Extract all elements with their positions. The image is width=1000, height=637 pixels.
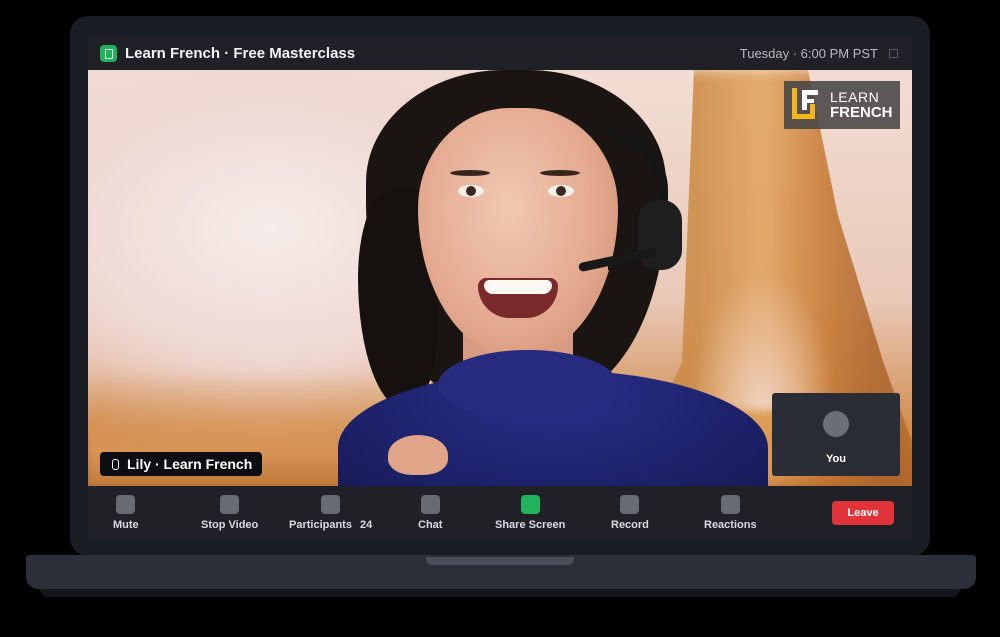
self-avatar-icon [823,411,849,437]
share-screen-label: Share Screen [495,519,566,531]
stop-video-label: Stop Video [201,519,259,531]
main-video-feed[interactable]: LEARN FRENCH Lily · Learn French You [88,70,912,486]
share-screen-button[interactable]: Share Screen [495,495,565,531]
logo-mark-icon [792,88,822,122]
chat-icon [420,495,440,514]
presenter-name-label: Lily · Learn French [100,452,263,476]
mute-button[interactable]: Mute [113,495,139,531]
participants-button[interactable]: Participants 24 [289,495,372,531]
video-camera-icon [220,495,240,514]
presenter-collar [438,350,618,420]
leave-button[interactable]: Leave [832,501,894,525]
presenter-eye-left [458,185,484,197]
meeting-app-icon [100,45,117,62]
share-screen-icon [520,495,540,514]
record-label: Record [611,519,649,531]
title-bar: Learn French · Free Masterclass Tuesday … [88,36,912,70]
meeting-datetime: Tuesday · 6:00 PM PST [739,46,878,61]
logo-line1: LEARN [830,89,880,105]
reactions-icon [720,495,740,514]
presenter-eye-right [548,185,574,197]
participants-icon [321,495,341,514]
logo-line2: FRENCH [830,104,893,121]
participants-label: Participants 24 [289,519,372,531]
meeting-title: Learn French · Free Masterclass [125,45,356,62]
meeting-window: Learn French · Free Masterclass Tuesday … [88,36,912,540]
participants-text: Participants [289,519,352,531]
window-maximize-icon[interactable] [889,49,898,58]
meeting-controls-bar: Mute Stop Video Participants 24 Chat Shar… [88,486,912,540]
chat-label: Chat [418,519,443,531]
laptop-hinge-notch [426,557,574,565]
presenter-hand [388,435,448,475]
presenter-name-text: Lily · Learn French [127,456,253,472]
microphone-icon [112,458,119,470]
reactions-button[interactable]: Reactions [704,495,757,531]
participants-count: 24 [359,519,373,531]
presenter-brow-left [450,170,490,176]
self-view-tile[interactable]: You [772,393,900,476]
mute-label: Mute [113,519,139,531]
record-button[interactable]: Record [611,495,649,531]
chat-button[interactable]: Chat [418,495,442,531]
self-view-label: You [826,453,846,465]
presenter-teeth [484,280,552,294]
reactions-label: Reactions [704,519,757,531]
microphone-icon [116,495,136,514]
learn-french-logo: LEARN FRENCH [784,81,900,129]
logo-text: LEARN FRENCH [830,89,893,121]
laptop-base-shadow [40,589,960,597]
presenter-brow-right [540,170,580,176]
stop-video-button[interactable]: Stop Video [201,495,258,531]
presenter-figure [258,70,818,486]
headset-earpiece [638,200,682,270]
record-icon [620,495,640,514]
